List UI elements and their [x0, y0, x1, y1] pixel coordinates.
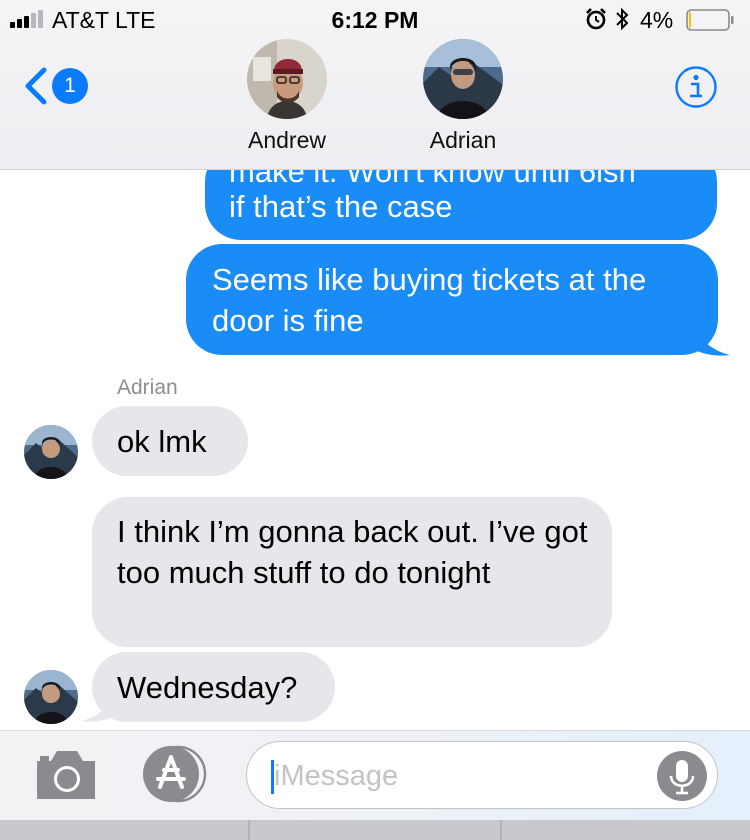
message-text: Seems like buying tickets at the door is… — [212, 262, 647, 338]
imessage-input[interactable]: iMessage — [246, 741, 718, 809]
message-bubble-received[interactable]: Wednesday? — [92, 652, 335, 722]
message-bubble-received[interactable]: ok lmk — [92, 406, 248, 476]
contact-andrew[interactable]: Andrew — [227, 39, 347, 154]
status-time: 6:12 PM — [331, 7, 419, 33]
bubble-tail — [82, 686, 120, 722]
keyboard-separator — [248, 820, 250, 840]
message-bubble-sent[interactable]: Seems like buying tickets at the door is… — [186, 244, 718, 355]
bubble-tail — [690, 320, 730, 356]
avatar-adrian — [423, 39, 503, 119]
alarm-icon — [586, 8, 606, 30]
keyboard-separator — [500, 820, 502, 840]
camera-icon[interactable] — [33, 745, 99, 803]
message-text: I think I’m gonna back out. I’ve got too… — [117, 514, 588, 590]
unread-badge: 1 — [52, 68, 88, 104]
bluetooth-icon — [616, 7, 629, 31]
contact-name: Andrew — [248, 127, 326, 153]
message-text: Wednesday? — [117, 670, 298, 705]
contact-name: Adrian — [429, 127, 497, 153]
input-placeholder: iMessage — [274, 760, 399, 792]
status-bar: AT&T LTE 6:12 PM 4% — [0, 0, 750, 40]
avatar-andrew — [247, 39, 327, 119]
microphone-icon — [669, 760, 695, 795]
avatar-adrian[interactable] — [24, 425, 78, 479]
microphone-button[interactable] — [657, 751, 707, 801]
battery-icon — [686, 9, 734, 31]
info-icon[interactable] — [674, 65, 718, 109]
app-store-icon[interactable] — [140, 743, 212, 805]
keyboard-top-edge — [0, 820, 750, 840]
battery-percent: 4% — [640, 7, 674, 33]
message-text: if that’s the case — [229, 189, 453, 224]
compose-bar: iMessage — [0, 730, 750, 820]
avatar-adrian[interactable] — [24, 670, 78, 724]
message-text: ok lmk — [117, 424, 207, 459]
sender-label: Adrian — [117, 376, 178, 399]
back-button[interactable]: 1 — [22, 64, 94, 108]
message-bubble-received[interactable]: I think I’m gonna back out. I’ve got too… — [92, 497, 612, 647]
chevron-left-icon — [25, 67, 47, 105]
contact-adrian[interactable]: Adrian — [403, 39, 523, 154]
conversation-header: AT&T LTE 6:12 PM 4% 1 Andrew Adrian — [0, 0, 750, 170]
